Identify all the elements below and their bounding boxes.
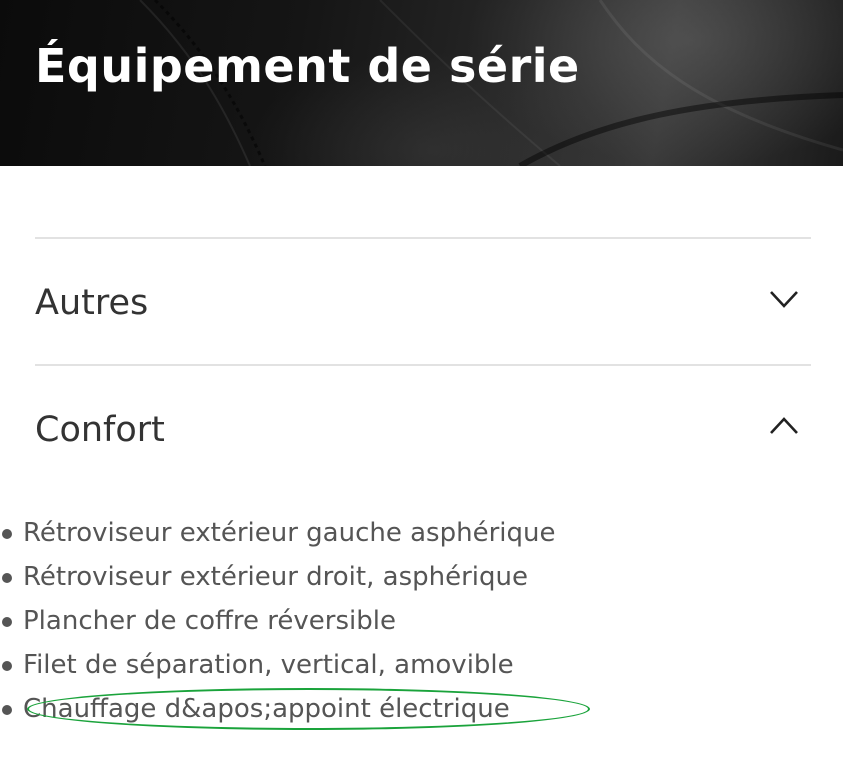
accordion-header-confort[interactable]: Confort (35, 366, 811, 491)
chevron-up-icon[interactable] (769, 416, 799, 436)
feature-text: Plancher de coffre réversible (23, 606, 396, 636)
chevron-down-icon[interactable] (769, 289, 799, 309)
accordion-item-autres: Autres (35, 237, 811, 364)
list-item: Rétroviseur extérieur gauche asphérique (0, 515, 555, 559)
accordion-label-confort: Confort (35, 410, 165, 450)
bullet-icon (2, 573, 12, 583)
feature-text: Rétroviseur extérieur gauche asphérique (23, 518, 556, 548)
feature-text: Filet de séparation, vertical, amovible (23, 650, 514, 680)
bullet-icon (2, 661, 12, 671)
list-item: Plancher de coffre réversible (0, 603, 555, 647)
equipment-accordion: Autres Confort (35, 237, 811, 491)
list-item: Rétroviseur extérieur droit, asphérique (0, 559, 555, 603)
accordion-label-autres: Autres (35, 283, 149, 323)
confort-feature-list: Rétroviseur extérieur gauche asphérique … (0, 515, 555, 735)
feature-text: Chauffage d&apos;appoint électrique (23, 694, 510, 724)
accordion-item-confort: Confort (35, 364, 811, 491)
list-item: Filet de séparation, vertical, amovible (0, 647, 555, 691)
accordion-header-autres[interactable]: Autres (35, 239, 811, 364)
feature-text: Rétroviseur extérieur droit, asphérique (23, 562, 528, 592)
page-title: Équipement de série (35, 39, 580, 93)
hero-banner: Équipement de série (0, 0, 843, 166)
bullet-icon (2, 529, 12, 539)
bullet-icon (2, 705, 12, 715)
bullet-icon (2, 617, 12, 627)
list-item: Chauffage d&apos;appoint électrique (0, 691, 555, 735)
